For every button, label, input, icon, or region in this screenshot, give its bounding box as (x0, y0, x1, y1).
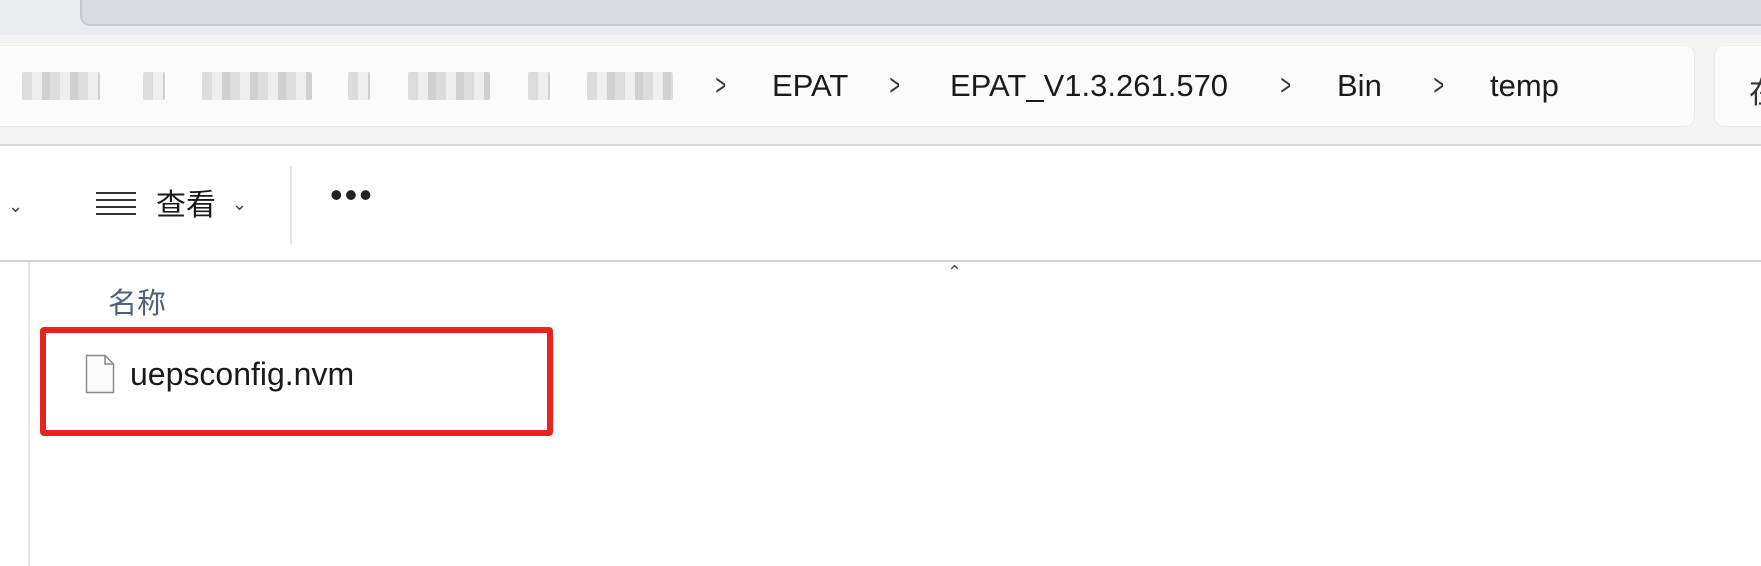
view-label: 查看 (156, 188, 216, 223)
breadcrumb-item-epat[interactable]: EPAT (772, 66, 848, 106)
more-options-button[interactable]: ••• (330, 174, 374, 216)
breadcrumb-item-bin[interactable]: Bin (1337, 66, 1382, 106)
list-view-icon (96, 192, 136, 218)
chevron-down-icon: ⌄ (232, 194, 248, 214)
active-tab[interactable] (80, 0, 1761, 26)
redacted-breadcrumb[interactable] (202, 72, 312, 100)
redacted-separator (143, 72, 165, 100)
chevron-right-icon[interactable]: > (1434, 66, 1445, 106)
highlight-box (40, 327, 553, 436)
nav-pane-edge (28, 262, 30, 566)
command-bar: ⌄ 查看 ⌄ ••• (0, 146, 1761, 260)
redacted-separator (528, 72, 550, 100)
redacted-breadcrumb[interactable] (587, 72, 673, 100)
chevron-down-icon[interactable]: ⌄ (8, 196, 23, 217)
search-placeholder: 在 (1749, 68, 1761, 112)
divider (0, 260, 1761, 262)
redacted-separator (348, 72, 370, 100)
search-box[interactable]: 在 (1714, 45, 1761, 127)
chevron-right-icon[interactable]: > (890, 66, 901, 106)
chevron-right-icon[interactable]: > (1281, 66, 1292, 106)
view-button[interactable]: 查看 ⌄ (92, 184, 262, 228)
toolbar-separator (290, 166, 292, 244)
sort-ascending-caret-icon: ⌃ (947, 262, 963, 282)
redacted-breadcrumb[interactable] (408, 72, 490, 100)
tab-strip (0, 0, 1761, 35)
breadcrumb-item-version[interactable]: EPAT_V1.3.261.570 (950, 66, 1228, 106)
chevron-right-icon[interactable]: > (716, 66, 727, 106)
column-header-name[interactable]: 名称 (108, 280, 166, 322)
breadcrumb-item-temp[interactable]: temp (1490, 66, 1559, 106)
redacted-breadcrumb[interactable] (22, 72, 100, 100)
